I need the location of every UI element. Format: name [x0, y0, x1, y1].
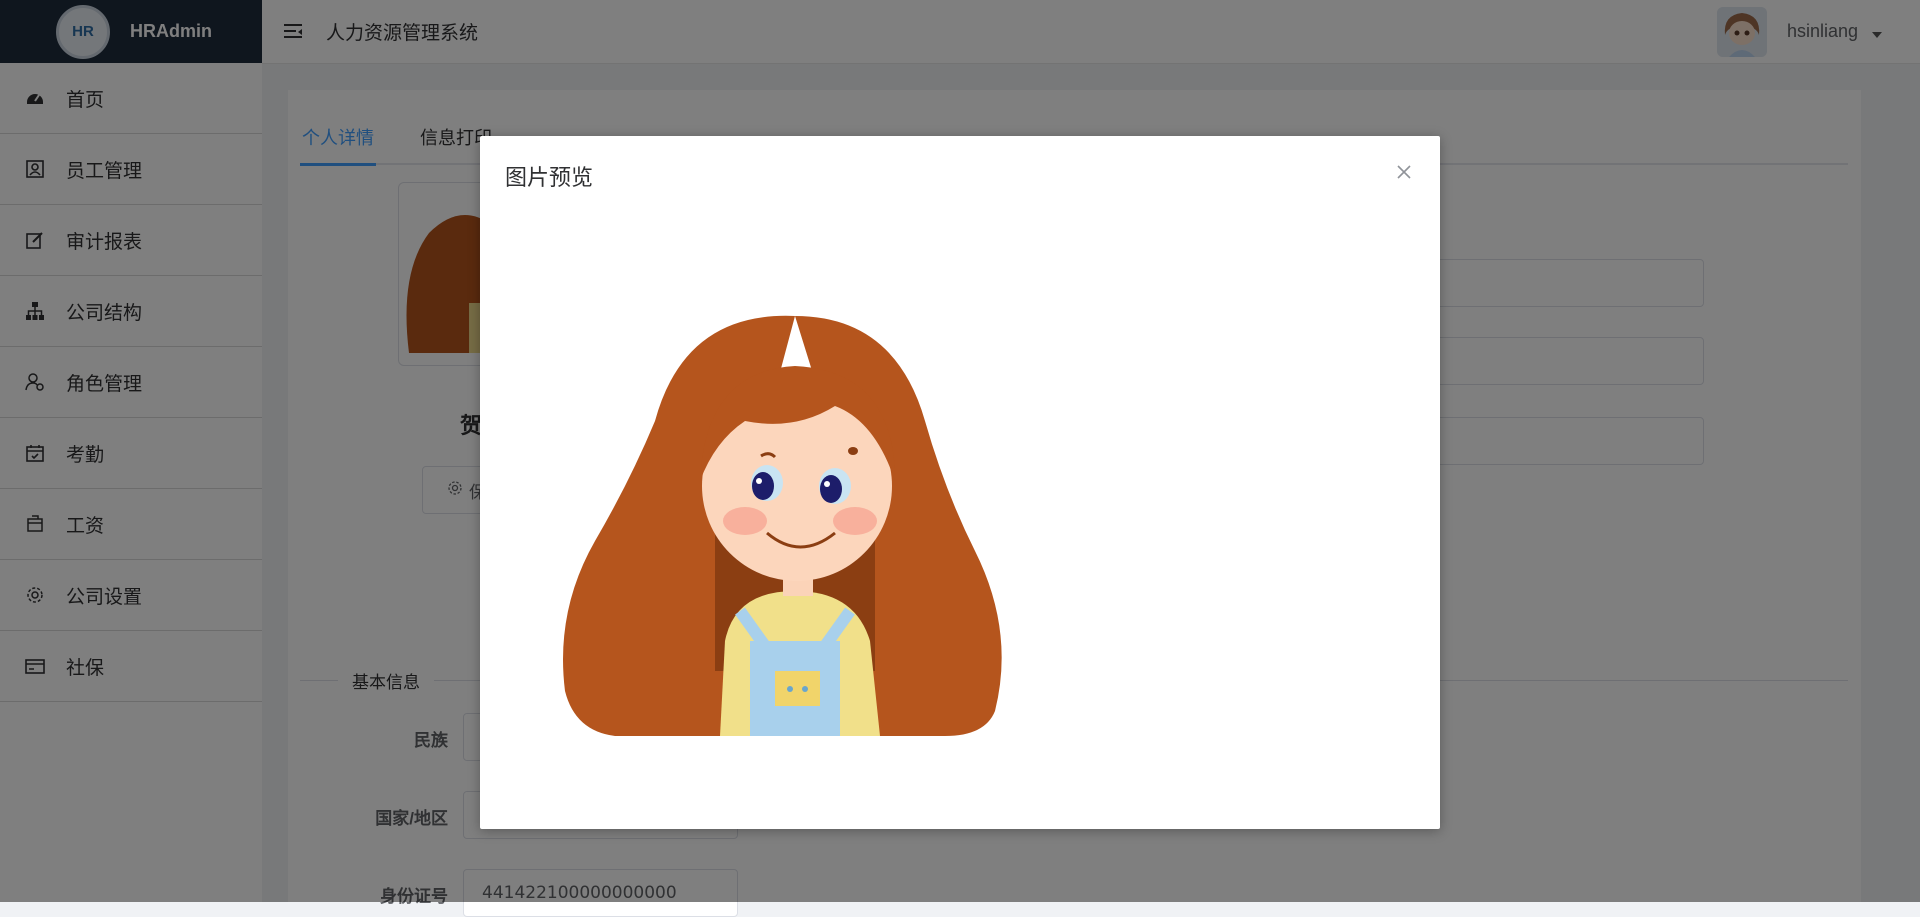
dialog-title: 图片预览	[505, 166, 594, 191]
preview-image	[563, 315, 1002, 736]
close-icon[interactable]	[1394, 162, 1414, 182]
image-preview-dialog: 图片预览	[480, 136, 1440, 829]
